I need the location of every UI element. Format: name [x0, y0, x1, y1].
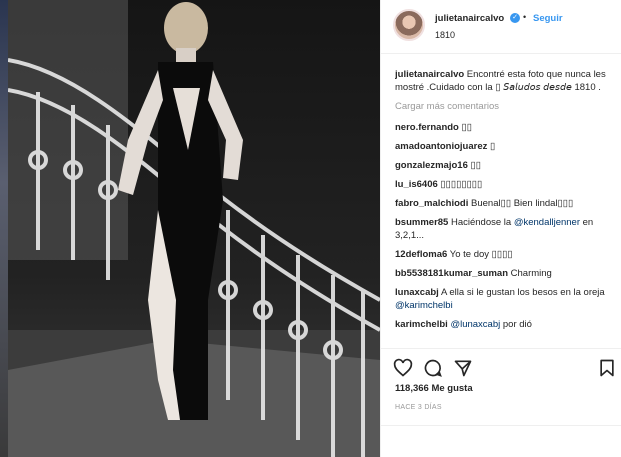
post-timestamp[interactable]: HACE 3 DÍAS [395, 404, 442, 411]
comment-username[interactable]: bb5538181kumar_suman [395, 268, 508, 279]
separator-dot: • [523, 12, 527, 22]
verified-badge-icon: ✓ [510, 13, 520, 23]
comment-mention[interactable]: @lunaxcabj [450, 319, 500, 330]
comment-username[interactable]: fabro_malchiodi [395, 198, 468, 209]
comments-list[interactable]: julietanaircalvo Encontré esta foto que … [395, 68, 613, 346]
comment-text: Yo te doy ▯▯▯▯ [447, 249, 513, 260]
caption-username[interactable]: julietanaircalvo [395, 69, 464, 80]
comment-text: ▯ [487, 141, 496, 152]
background-strip [0, 0, 8, 457]
comment-item: lunaxcabj A ella si le gustan los besos … [395, 286, 613, 312]
comment-text: A ella si le gustan los besos en la orej… [438, 287, 605, 298]
bookmark-icon[interactable] [597, 358, 617, 378]
comment-item: lu_is6406 ▯▯▯▯▯▯▯▯ [395, 178, 613, 191]
comment-username[interactable]: gonzalezmajo16 [395, 160, 468, 171]
comment-username[interactable]: bsummer85 [395, 217, 448, 228]
comment-username[interactable]: lu_is6406 [395, 179, 438, 190]
heart-icon[interactable] [393, 358, 413, 378]
avatar[interactable] [393, 9, 425, 41]
post-photo[interactable] [8, 0, 380, 457]
comment-username[interactable]: amadoantoniojuarez [395, 141, 487, 152]
comment-item: gonzalezmajo16 ▯▯ [395, 159, 613, 172]
post-image [8, 0, 380, 457]
comment-item: nero.fernando ▯▯ [395, 121, 613, 134]
comment-item: bb5538181kumar_suman Charming [395, 267, 613, 280]
comment-icon[interactable] [423, 358, 443, 378]
comment-mention[interactable]: @karimchelbi [395, 300, 453, 311]
likes-count[interactable]: 118,366 Me gusta [395, 383, 473, 394]
comment-text: Haciéndose la [448, 217, 514, 228]
comment-text: ▯▯ [467, 160, 481, 171]
header-username[interactable]: julietanaircalvo [435, 13, 504, 24]
post-actions-bar [381, 348, 621, 386]
comment-text: ▯▯ [458, 122, 472, 133]
comment-username[interactable]: lunaxcabj [395, 287, 439, 298]
comment-text: Charming [508, 268, 552, 279]
comment-text-after: por dió [500, 319, 532, 330]
follow-button[interactable]: Seguir [533, 13, 563, 24]
post-header: julietanaircalvo ✓ • Seguir 1810 [381, 0, 621, 54]
load-more-comments-button[interactable]: Cargar más comentarios [395, 101, 613, 112]
header-subtitle[interactable]: 1810 [435, 30, 455, 40]
comment-text: ▯▯▯▯▯▯▯▯ [437, 179, 483, 190]
comment-item: bsummer85 Haciéndose la @kendalljenner e… [395, 216, 613, 242]
add-comment-area[interactable] [381, 425, 621, 457]
share-icon[interactable] [453, 358, 473, 378]
comment-username[interactable]: karimchelbi [395, 319, 448, 330]
comment-item: karimchelbi @lunaxcabj por dió [395, 318, 613, 331]
post-caption: julietanaircalvo Encontré esta foto que … [395, 68, 613, 94]
comment-username[interactable]: nero.fernando [395, 122, 459, 133]
post-side-panel: julietanaircalvo ✓ • Seguir 1810 julieta… [380, 0, 621, 457]
comment-mention[interactable]: @kendalljenner [514, 217, 580, 228]
comment-item: amadoantoniojuarez ▯ [395, 140, 613, 153]
comment-username[interactable]: 12defloma6 [395, 249, 447, 260]
comment-text: Buenal▯▯ Bien lindal▯▯▯ [468, 198, 574, 209]
comment-item: fabro_malchiodi Buenal▯▯ Bien lindal▯▯▯ [395, 197, 613, 210]
comment-item: 12defloma6 Yo te doy ▯▯▯▯ [395, 248, 613, 261]
